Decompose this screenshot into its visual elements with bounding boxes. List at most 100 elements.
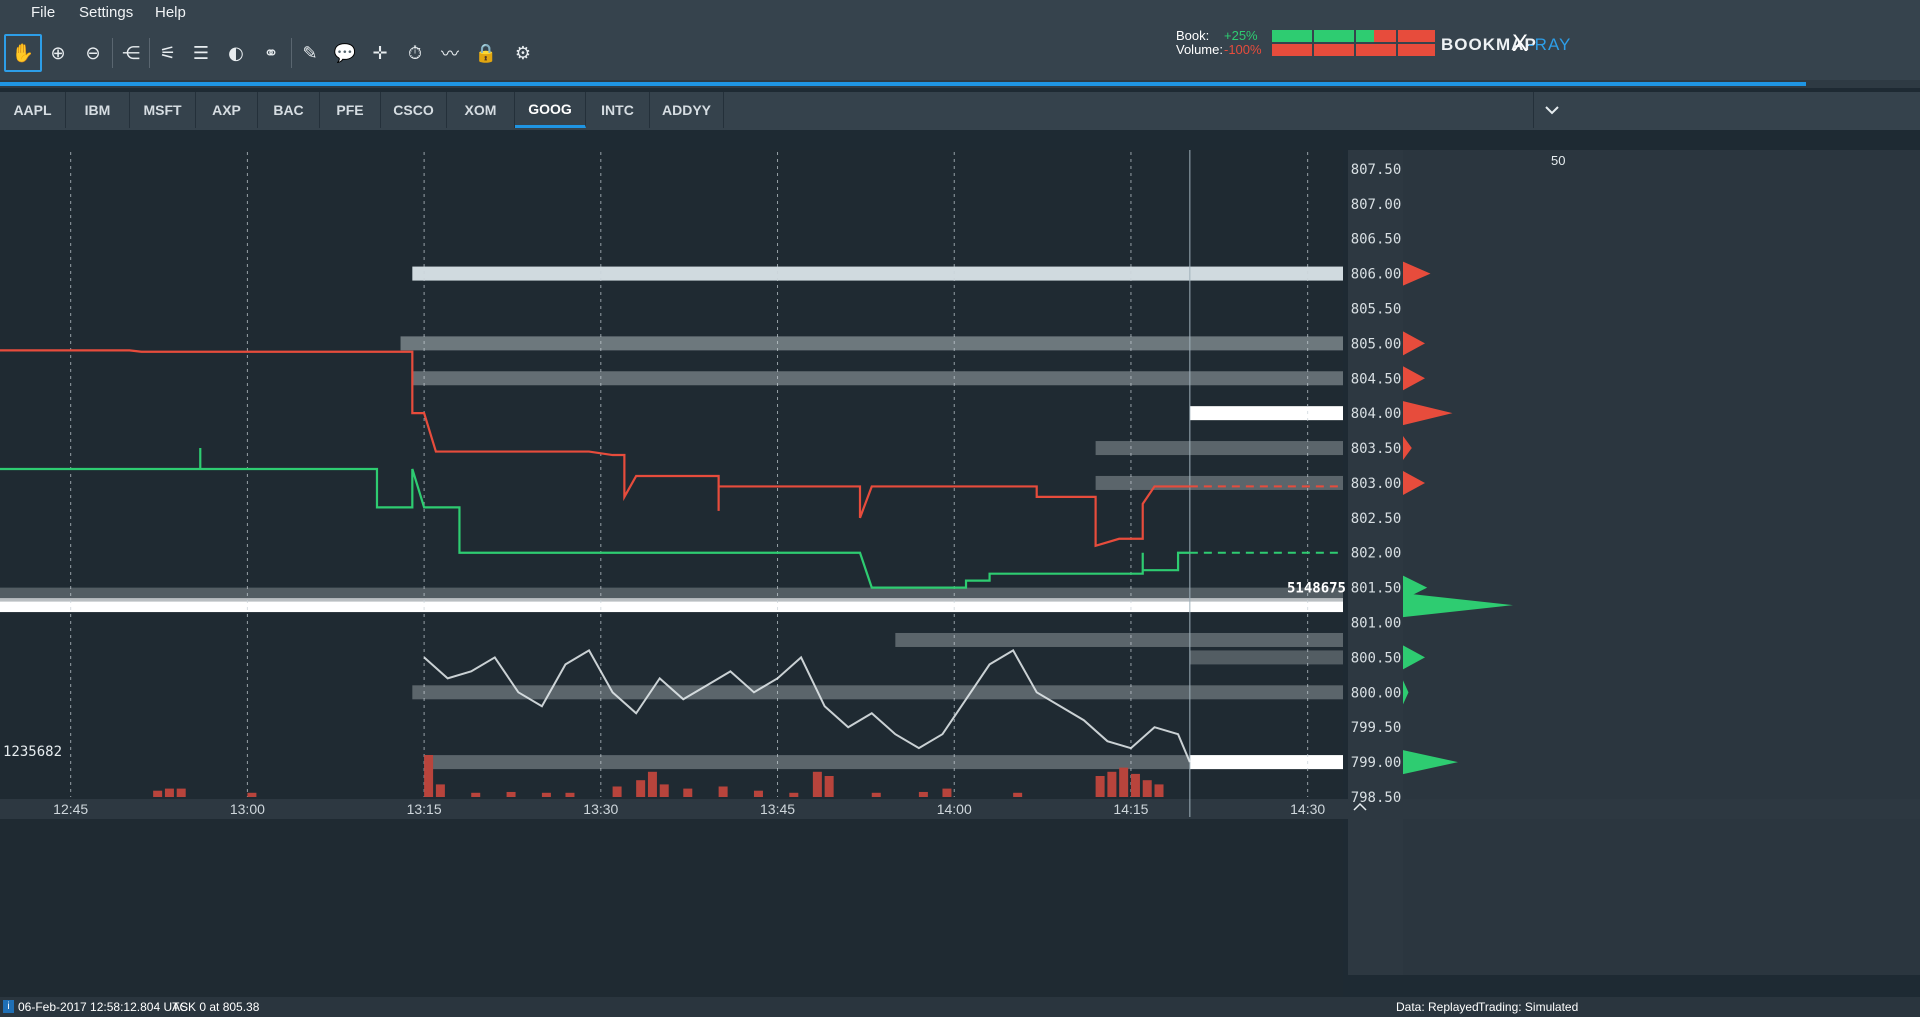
volume-bar	[942, 788, 952, 797]
pencil-tool-button[interactable]: ✎	[291, 34, 329, 72]
menu-settings[interactable]: Settings	[79, 4, 133, 21]
zoom-out-icon: ⊖	[85, 42, 101, 64]
tab-pfe[interactable]: PFE	[320, 92, 381, 128]
time-tick-label: 14:30	[1290, 801, 1325, 817]
chevron-down-icon	[1544, 105, 1559, 114]
volume-bar	[824, 776, 834, 797]
tab-msft[interactable]: MSFT	[130, 92, 196, 128]
volume-bar	[506, 791, 516, 797]
gear-tool-button[interactable]: ⚙	[504, 34, 542, 72]
contrast-tool-button[interactable]: ◐	[217, 34, 255, 72]
tab-intc[interactable]: INTC	[586, 92, 650, 128]
volume-bar	[1095, 776, 1105, 797]
price-tick-label: 806.50	[1351, 232, 1402, 248]
tab-aapl[interactable]: AAPL	[0, 92, 66, 128]
volume-bar	[683, 788, 693, 797]
liquidity-level	[1189, 406, 1343, 421]
price-tick-label: 807.00	[1351, 197, 1402, 213]
time-tick-label: 13:15	[407, 801, 442, 817]
liquidity-level	[412, 266, 1343, 281]
price-tick-label: 802.00	[1351, 546, 1402, 562]
layers-tool-button[interactable]: ☰	[182, 34, 220, 72]
price-tick-label: 803.00	[1351, 476, 1402, 492]
timer-tool-button[interactable]: ⏱	[396, 34, 434, 72]
book-label: Book:	[1176, 28, 1210, 43]
volume-bar	[247, 792, 257, 797]
pencil-icon: ✎	[302, 42, 318, 64]
volume-value: -100%	[1224, 42, 1262, 57]
volume-bar	[612, 786, 622, 797]
hand-pan-tool-button[interactable]: ✋	[4, 34, 42, 72]
info-icon: i	[3, 1000, 14, 1013]
heatmap-chart[interactable]: COB5012:4513:0013:1513:3013:4514:0014:15…	[0, 150, 1920, 997]
tab-csco[interactable]: CSCO	[381, 92, 447, 128]
price-tick-label: 803.50	[1351, 441, 1402, 457]
share-tool-button[interactable]: ⋲	[112, 34, 150, 72]
toolbar: ✋ ⊕ ⊖ ⋲ ⚟ ☰ ◐ ⚭ ✎ 💬 ✛ ⏱ 〰 🔒 ⚙ Book: +25% Volume: -100%…	[0, 26, 1920, 80]
replay-progress-bar[interactable]	[0, 80, 1920, 88]
link-tool-button[interactable]: ⚭	[252, 34, 290, 72]
price-tick-label: 805.00	[1351, 336, 1402, 352]
volume-bar	[471, 792, 481, 797]
crosshair-tool-button[interactable]: ✛	[361, 34, 399, 72]
tab-addyy[interactable]: ADDYY	[650, 92, 724, 128]
tab-goog[interactable]: GOOG	[515, 92, 586, 128]
tab-ibm[interactable]: IBM	[66, 92, 130, 128]
status-ask-info: ASK 0 at 805.38	[172, 1000, 260, 1014]
volume-bar	[424, 755, 434, 797]
layers-icon: ☰	[192, 42, 210, 64]
volume-bar	[541, 792, 551, 797]
volume-scale-label: 1235682	[3, 744, 62, 760]
price-tick-label: 799.00	[1351, 755, 1402, 771]
tab-axp[interactable]: AXP	[196, 92, 258, 128]
liquidity-level	[895, 632, 1343, 647]
price-tick-label: 807.50	[1351, 162, 1402, 178]
price-tick-label: 802.50	[1351, 511, 1402, 527]
volume-bar	[1013, 792, 1023, 797]
status-bar: i 06-Feb-2017 12:58:12.804 UTC ASK 0 at …	[0, 997, 1920, 1017]
comment-tool-button[interactable]: 💬	[326, 34, 364, 72]
time-tick-label: 14:00	[937, 801, 972, 817]
liquidity-level	[1189, 755, 1343, 770]
volume-bar	[1154, 784, 1164, 797]
cob-panel	[1403, 150, 1920, 975]
book-value: +25%	[1224, 28, 1258, 43]
status-timestamp: 06-Feb-2017 12:58:12.804 UTC	[18, 1000, 189, 1014]
menu-help[interactable]: Help	[155, 4, 186, 21]
tab-xom[interactable]: XOM	[447, 92, 515, 128]
brush-icon: ⚟	[159, 42, 177, 64]
volume-bar	[636, 780, 646, 797]
trend-icon: 〰	[441, 44, 459, 65]
price-tick-label: 804.50	[1351, 371, 1402, 387]
toolbar-separator	[112, 38, 113, 68]
status-data-mode: Data: Replayed	[1396, 1000, 1479, 1014]
liquidity-level	[1095, 441, 1343, 456]
menu-file[interactable]: File	[31, 4, 55, 21]
brand-ray: -RAY	[1528, 35, 1572, 54]
liquidity-level	[0, 587, 1343, 602]
volume-bar	[659, 784, 669, 797]
tab-bac[interactable]: BAC	[258, 92, 320, 128]
volume-bar	[435, 784, 445, 797]
price-tick-label: 804.00	[1351, 406, 1402, 422]
price-tick-label: 801.00	[1351, 616, 1402, 632]
volume-bar	[718, 786, 728, 797]
price-tick-label: 805.50	[1351, 301, 1402, 317]
lock-tool-button[interactable]: 🔒	[467, 34, 505, 72]
tabs-dropdown-button[interactable]	[1533, 92, 1569, 128]
liquidity-level	[1189, 650, 1343, 665]
price-tick-label: 806.00	[1351, 267, 1402, 283]
zoom-out-tool-button[interactable]: ⊖	[74, 34, 112, 72]
liquidity-level	[412, 371, 1343, 386]
volume-bar	[164, 788, 174, 797]
trend-tool-button[interactable]: 〰	[431, 34, 469, 72]
liquidity-level	[1095, 475, 1343, 490]
large-order-size-label: 5148675	[1287, 581, 1346, 597]
time-tick-label: 13:45	[760, 801, 795, 817]
volume-bar	[789, 792, 799, 797]
volume-bar	[565, 792, 575, 797]
toolbar-separator	[291, 38, 292, 68]
price-tick-label: 798.50	[1351, 790, 1402, 806]
volume-bar	[1142, 780, 1152, 797]
zoom-in-tool-button[interactable]: ⊕	[39, 34, 77, 72]
